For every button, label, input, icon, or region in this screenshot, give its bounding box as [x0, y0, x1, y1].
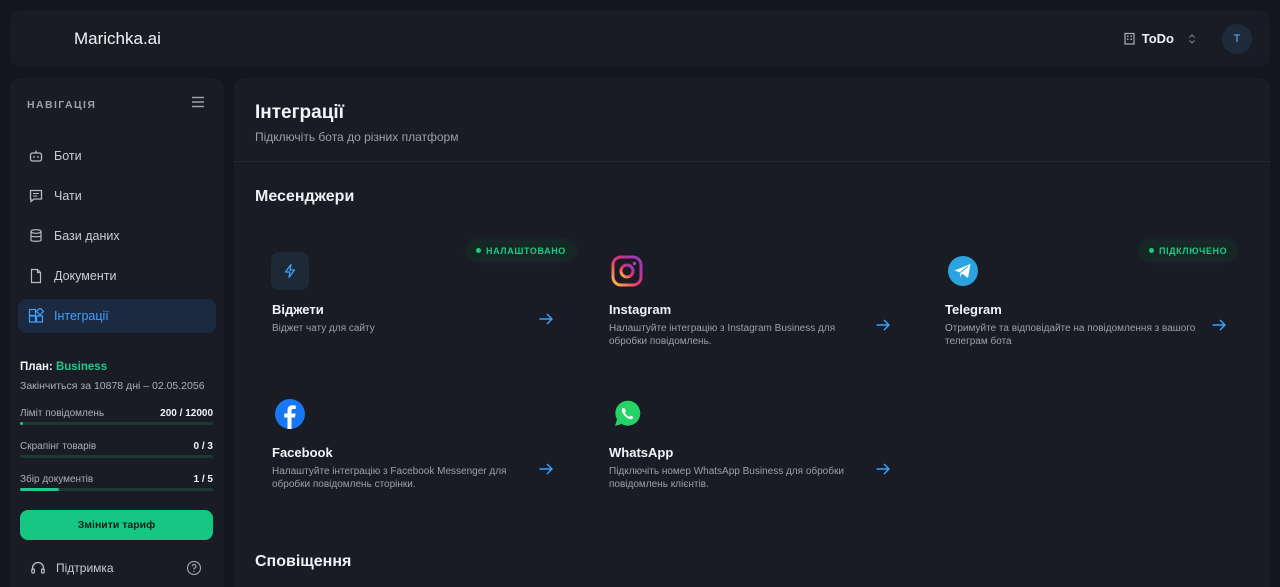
status-badge-label: НАЛАШТОВАНО: [486, 245, 566, 256]
card-title: Instagram: [609, 302, 672, 317]
section-messengers: Месенджери: [255, 188, 355, 205]
metric-label: Збір документів: [20, 474, 94, 485]
headset-icon: [31, 561, 45, 574]
sidebar-item-label: Інтеграції: [54, 309, 109, 323]
progress-fill: [20, 488, 59, 491]
sidebar-item-label: Бази даних: [54, 229, 120, 243]
bot-icon: [29, 150, 43, 162]
facebook-icon: [271, 395, 309, 433]
status-badge: НАЛАШТОВАНО: [468, 242, 574, 259]
arrow-right-icon[interactable]: [1211, 318, 1227, 332]
avatar[interactable]: T: [1222, 24, 1252, 54]
status-dot: [1149, 248, 1154, 253]
sidebar-item-bots[interactable]: Боти: [18, 139, 216, 173]
card-description: Налаштуйте інтеграцію з Facebook Messeng…: [272, 466, 507, 490]
metric-messages: Ліміт повідомлень 200 / 12000: [20, 408, 213, 425]
brand-logo[interactable]: Marichka.ai: [74, 29, 161, 49]
plan-name: Business: [55, 361, 108, 373]
integrations-icon: [28, 308, 44, 323]
page-title: Інтеграції: [255, 102, 345, 123]
status-badge-label: ПІДКЛЮЧЕНО: [1159, 245, 1228, 256]
sidebar-item-label: Боти: [54, 149, 82, 163]
metric-value: 200 / 12000: [160, 408, 213, 419]
arrow-right-icon[interactable]: [875, 318, 891, 332]
lightning-icon: [271, 252, 309, 290]
progress-bar: [20, 455, 213, 458]
sidebar-item-integrations[interactable]: Інтеграції: [18, 299, 216, 333]
menu-icon[interactable]: [191, 96, 205, 108]
arrow-right-icon[interactable]: [538, 462, 554, 476]
workspace-name: ToDo: [1141, 31, 1174, 46]
card-description: Налаштуйте інтеграцію з Instagram Busine…: [609, 323, 836, 347]
card-description: Отримуйте та відповідайте на повідомленн…: [945, 323, 1196, 347]
card-title: Facebook: [272, 445, 333, 460]
main-panel: Інтеграції Підключіть бота до різних пла…: [234, 78, 1270, 587]
help-icon[interactable]: [186, 560, 202, 576]
arrow-right-icon[interactable]: [875, 462, 891, 476]
divider: [234, 161, 1270, 162]
plan-expiry: Закінчиться за 10878 дні – 02.05.2056: [20, 380, 205, 392]
document-icon: [30, 268, 42, 284]
plan-label: План:: [20, 361, 53, 373]
plan-info: План: Business: [20, 361, 107, 373]
change-plan-button[interactable]: Змінити тариф: [20, 510, 213, 540]
card-title: Віджети: [272, 302, 324, 317]
top-bar: Marichka.ai ToDo T: [10, 10, 1270, 67]
chat-icon: [29, 189, 43, 203]
integration-card-telegram[interactable]: ПІДКЛЮЧЕНО Telegram Отримуйте та відпові…: [927, 242, 1237, 364]
nav-heading: НАВІГАЦІЯ: [27, 99, 97, 111]
card-title: WhatsApp: [609, 445, 674, 460]
metric-value: 1 / 5: [193, 474, 213, 485]
integration-card-whatsapp[interactable]: WhatsApp Підключіть номер WhatsApp Busin…: [591, 387, 901, 507]
support-link[interactable]: Підтримка: [30, 560, 114, 576]
metric-value: 0 / 3: [193, 441, 213, 452]
sidebar-item-documents[interactable]: Документи: [18, 259, 216, 293]
chevron-updown-icon: [1189, 33, 1195, 44]
support-label: Підтримка: [56, 561, 114, 575]
instagram-icon: [608, 252, 646, 290]
sidebar-item-label: Чати: [54, 189, 82, 203]
sidebar: НАВІГАЦІЯ Боти Чати Бази даних Документи: [10, 78, 224, 587]
card-description: Віджет чату для сайту: [272, 323, 375, 334]
sidebar-item-databases[interactable]: Бази даних: [18, 219, 216, 253]
progress-bar: [20, 422, 213, 425]
sidebar-item-label: Документи: [54, 269, 117, 283]
progress-fill: [20, 422, 24, 425]
sidebar-item-chats[interactable]: Чати: [18, 179, 216, 213]
arrow-right-icon[interactable]: [538, 312, 554, 326]
metric-label: Ліміт повідомлень: [20, 408, 105, 419]
status-dot: [476, 248, 481, 253]
integration-card-widgets[interactable]: НАЛАШТОВАНО Віджети Віджет чату для сайт…: [254, 242, 574, 364]
card-title: Telegram: [945, 302, 1002, 317]
metric-label: Скрапінг товарів: [20, 441, 97, 452]
section-notifications: Сповіщення: [255, 553, 352, 570]
page-subtitle: Підключіть бота до різних платформ: [255, 130, 459, 144]
card-description: Підключіть номер WhatsApp Business для о…: [609, 466, 844, 490]
building-icon: [1124, 32, 1135, 45]
integration-card-instagram[interactable]: Instagram Налаштуйте інтеграцію з Instag…: [591, 244, 901, 364]
workspace-selector[interactable]: ToDo: [1123, 31, 1198, 46]
database-icon: [30, 229, 42, 242]
metric-documents: Збір документів 1 / 5: [20, 474, 213, 491]
telegram-icon: [944, 252, 982, 290]
status-badge: ПІДКЛЮЧЕНО: [1141, 242, 1236, 259]
integration-card-facebook[interactable]: Facebook Налаштуйте інтеграцію з Faceboo…: [254, 387, 564, 507]
metric-scraping: Скрапінг товарів 0 / 3: [20, 441, 213, 458]
whatsapp-icon: [608, 395, 646, 433]
progress-bar: [20, 488, 213, 491]
